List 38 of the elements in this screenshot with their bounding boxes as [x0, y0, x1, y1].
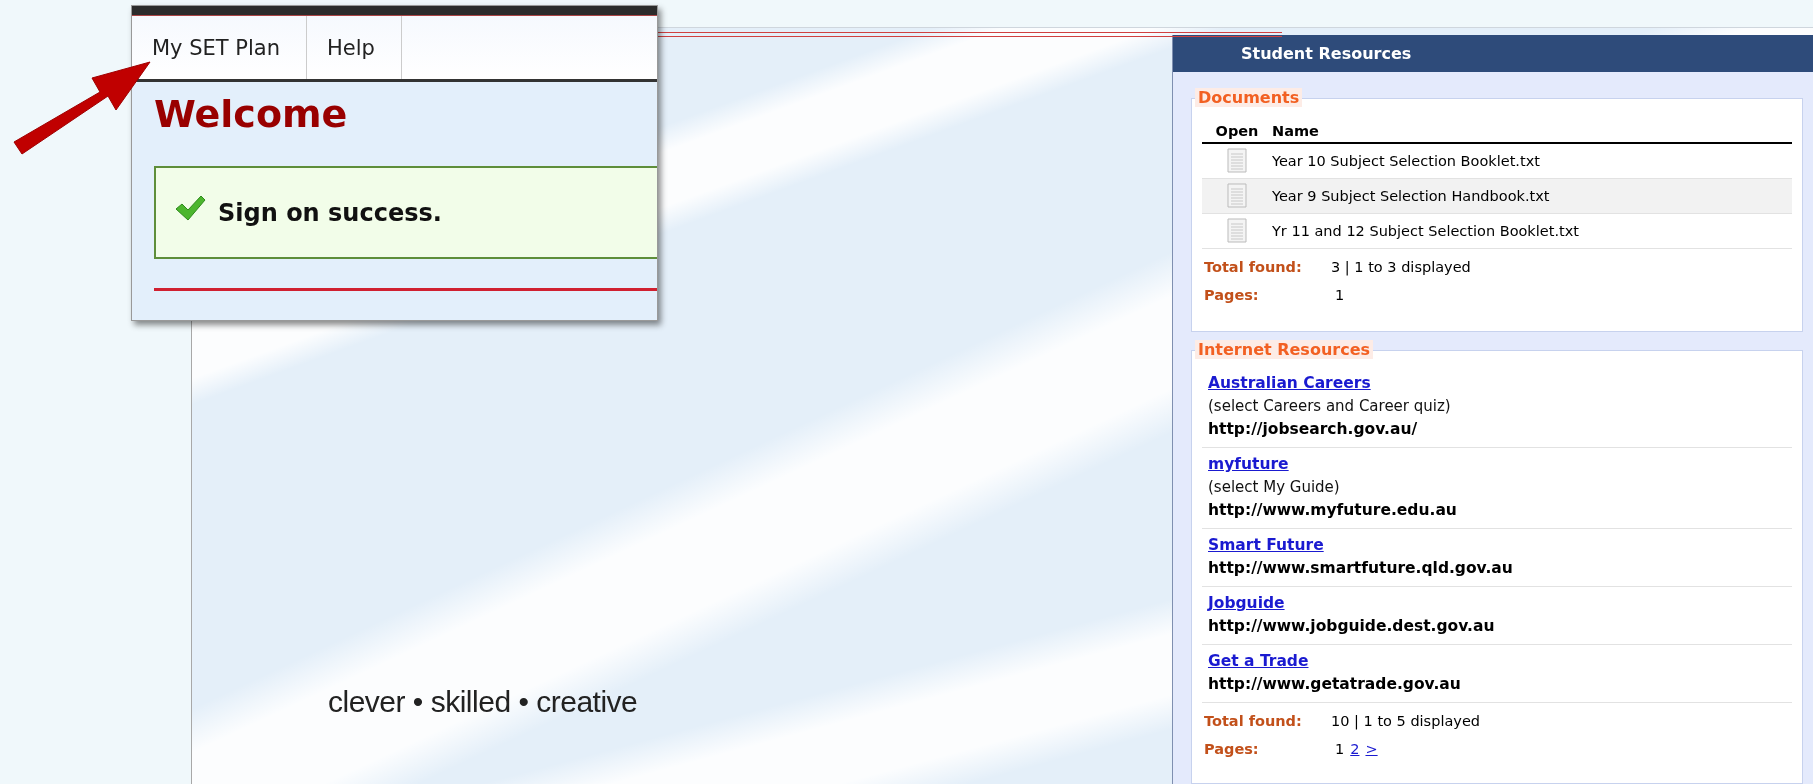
resource-url: http://www.getatrade.gov.au: [1208, 675, 1462, 693]
resource-url: http://www.myfuture.edu.au: [1208, 501, 1458, 519]
section-title: Documents: [1195, 88, 1303, 107]
checkmark-icon: [174, 193, 206, 222]
menu-item[interactable]: Help: [307, 16, 402, 79]
tagline: clever • skilled • creative: [328, 685, 638, 719]
resource-link[interactable]: myfuture: [1208, 455, 1289, 473]
document-icon[interactable]: [1227, 148, 1247, 174]
resource-link[interactable]: Jobguide: [1208, 594, 1285, 612]
total-count: 10 | 1 to 5 displayed: [1331, 713, 1480, 729]
resource-note: (select My Guide): [1208, 478, 1341, 496]
page-link[interactable]: >: [1365, 741, 1378, 757]
resource-link[interactable]: Get a Trade: [1208, 652, 1309, 670]
file-name: Year 9 Subject Selection Handbook.txt: [1272, 178, 1792, 214]
pages-label: Pages:: [1204, 741, 1260, 757]
total-label: Total found:: [1204, 259, 1303, 275]
file-name: Year 10 Subject Selection Booklet.txt: [1272, 143, 1792, 179]
resource-url: http://www.jobguide.dest.gov.au: [1208, 617, 1496, 635]
resource-note: (select Careers and Career quiz): [1208, 397, 1452, 415]
current-page: 1: [1335, 287, 1345, 303]
column-header: Name: [1272, 121, 1792, 143]
resource-link[interactable]: Smart Future: [1208, 536, 1324, 554]
resource-url: http://jobsearch.gov.au/: [1208, 420, 1419, 438]
resource-link[interactable]: Australian Careers: [1208, 374, 1371, 392]
page-link[interactable]: 2: [1350, 741, 1360, 757]
page-heading: Welcome: [154, 92, 349, 136]
pages-label: Pages:: [1204, 287, 1260, 303]
panel-title: Student Resources: [1173, 35, 1813, 72]
column-header: Open: [1202, 121, 1272, 143]
resource-url: http://www.smartfuture.qld.gov.au: [1208, 559, 1514, 577]
success-message: Sign on success.: [218, 198, 442, 227]
document-icon[interactable]: [1227, 218, 1247, 244]
document-icon[interactable]: [1227, 183, 1247, 209]
total-label: Total found:: [1204, 713, 1303, 729]
current-page: 1: [1335, 741, 1345, 757]
file-name: Yr 11 and 12 Subject Selection Booklet.txt: [1272, 213, 1792, 249]
section-title: Internet Resources: [1195, 340, 1374, 359]
total-count: 3 | 1 to 3 displayed: [1331, 259, 1471, 275]
